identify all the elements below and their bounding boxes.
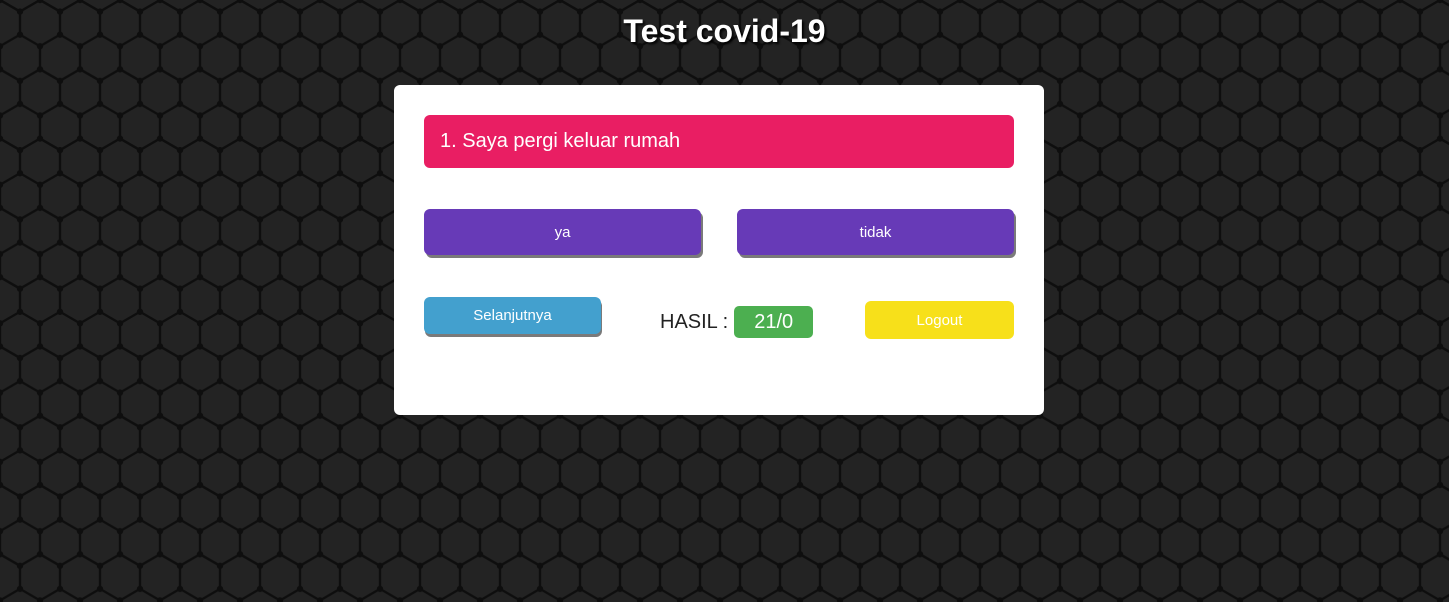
result-display: HASIL : 21/0 [660,306,814,338]
result-score-badge: 21/0 [734,306,814,338]
quiz-card: 1. Saya pergi keluar rumah ya tidak Sela… [394,85,1044,415]
page-title: Test covid-19 [623,13,826,49]
result-label: HASIL : [660,310,729,333]
answer-no-button[interactable]: tidak [737,209,1014,255]
next-button[interactable]: Selanjutnya [424,297,601,334]
logout-button[interactable]: Logout [865,301,1014,339]
answer-yes-button[interactable]: ya [424,209,701,255]
question-text: 1. Saya pergi keluar rumah [424,115,1014,168]
